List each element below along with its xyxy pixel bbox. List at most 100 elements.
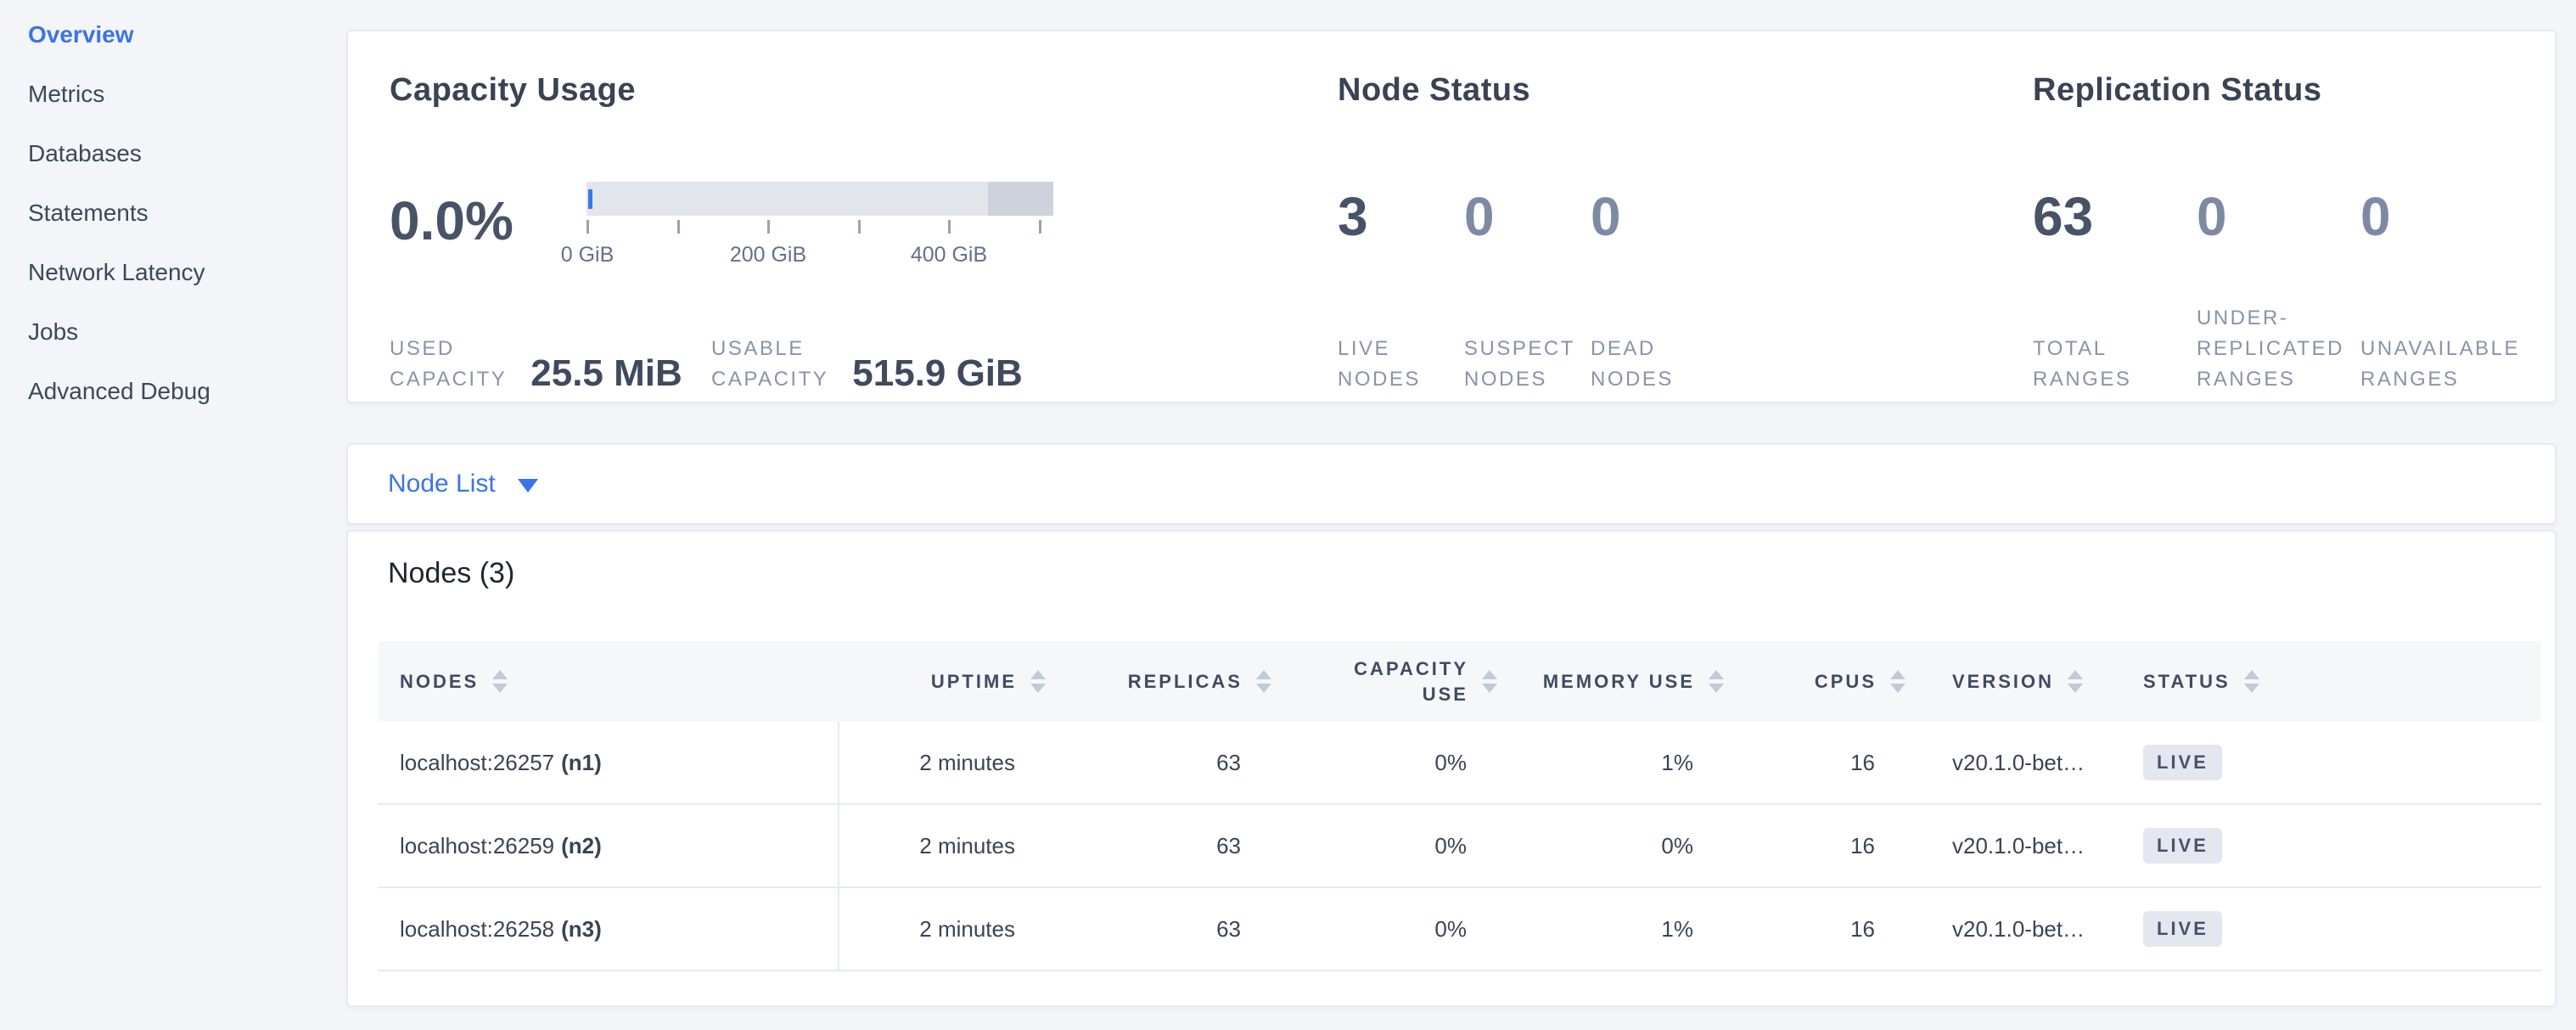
usable-capacity-value: 515.9 GiB	[852, 352, 1023, 395]
gauge-tick	[677, 220, 680, 234]
node-cpus: 16	[1724, 833, 1905, 859]
nodes-table: NODES UPTIME REPLICAS CAPACITY USE MEMOR…	[378, 641, 2541, 971]
sort-icon[interactable]	[1482, 670, 1497, 693]
replication-values: 63 0 0	[2033, 187, 2524, 246]
node-cpus: 16	[1724, 750, 1905, 776]
table-row-node-2[interactable]: localhost:26259 (n2) 2 minutes 63 0% 0% 1…	[378, 805, 2541, 888]
node-id: (n1)	[561, 750, 602, 776]
used-capacity-stat: USED CAPACITY 25.5 MiB	[390, 334, 682, 395]
node-capacity-use: 0%	[1271, 916, 1497, 943]
column-header-capacity-use[interactable]: CAPACITY USE	[1271, 656, 1497, 706]
sidebar: Overview Metrics Databases Statements Ne…	[0, 0, 346, 1030]
sort-icon[interactable]	[492, 670, 508, 693]
sidebar-item-network-latency[interactable]: Network Latency	[28, 243, 346, 302]
unavailable-ranges-value: 0	[2360, 187, 2524, 246]
node-version: v20.1.0-bet…	[1905, 750, 2090, 776]
nodes-table-header: NODES UPTIME REPLICAS CAPACITY USE MEMOR…	[378, 641, 2541, 722]
node-replicas: 63	[1046, 750, 1271, 776]
live-nodes-label: LIVE NODES	[1338, 334, 1464, 395]
under-replicated-ranges-value: 0	[2197, 187, 2360, 246]
sort-icon[interactable]	[1256, 670, 1271, 693]
replication-status-panel: Replication Status 63 0 0 TOTAL RANGES U…	[2033, 31, 2551, 402]
capacity-gauge: 0 GiB 200 GiB 400 GiB	[586, 182, 1060, 292]
gauge-axis-label: 0 GiB	[561, 243, 615, 267]
table-row-node-3[interactable]: localhost:26258 (n3) 2 minutes 63 0% 1% 1…	[378, 888, 2541, 971]
gauge-tick	[767, 220, 770, 234]
used-capacity-label: USED CAPACITY	[390, 334, 507, 395]
usable-capacity-stat: USABLE CAPACITY 515.9 GiB	[711, 334, 1023, 395]
sidebar-item-metrics[interactable]: Metrics	[28, 65, 346, 124]
sort-icon[interactable]	[1890, 670, 1905, 693]
total-ranges-value: 63	[2033, 187, 2197, 246]
node-uptime: 2 minutes	[839, 750, 1046, 776]
sidebar-item-advanced-debug[interactable]: Advanced Debug	[28, 362, 346, 421]
node-capacity-use: 0%	[1271, 833, 1497, 859]
node-memory-use: 0%	[1497, 833, 1724, 859]
suspect-nodes-value: 0	[1464, 187, 1591, 246]
node-replicas: 63	[1046, 833, 1271, 859]
node-address[interactable]: localhost:26259	[400, 833, 554, 859]
node-id: (n3)	[561, 916, 602, 943]
sort-icon[interactable]	[1030, 670, 1046, 693]
replication-status-title: Replication Status	[2033, 72, 2322, 109]
node-status-title: Node Status	[1338, 72, 1530, 109]
node-capacity-use: 0%	[1271, 750, 1497, 776]
node-version: v20.1.0-bet…	[1905, 833, 2090, 859]
used-capacity-value: 25.5 MiB	[530, 352, 682, 395]
capacity-gauge-bar	[586, 182, 1053, 216]
sort-icon[interactable]	[2068, 670, 2083, 693]
caret-down-icon	[518, 479, 538, 492]
capacity-usage-panel: Capacity Usage 0.0% 0 GiB 200 GiB 400 Gi…	[390, 31, 1332, 402]
node-cpus: 16	[1724, 916, 1905, 943]
sidebar-item-statements[interactable]: Statements	[28, 183, 346, 243]
node-uptime: 2 minutes	[839, 916, 1046, 943]
gauge-tick	[1039, 220, 1041, 234]
dead-nodes-label: DEAD NODES	[1591, 334, 1717, 395]
node-list-dropdown-label: Node List	[388, 470, 496, 498]
column-header-cpus[interactable]: CPUS	[1724, 669, 1905, 695]
live-nodes-value: 3	[1338, 187, 1464, 246]
suspect-nodes-label: SUSPECT NODES	[1464, 334, 1591, 395]
sidebar-item-databases[interactable]: Databases	[28, 124, 346, 183]
node-memory-use: 1%	[1497, 916, 1724, 943]
unavailable-ranges-label: UNAVAILABLE RANGES	[2360, 334, 2524, 395]
table-row-node-1[interactable]: localhost:26257(n1) 2 minutes 63 0% 1% 1…	[378, 722, 2541, 805]
nodes-table-card: Nodes (3) NODES UPTIME REPLICAS CAPACITY…	[346, 530, 2556, 1007]
node-status-panel: Node Status 3 0 0 LIVE NODES SUSPECT NOD…	[1338, 31, 2017, 402]
node-version: v20.1.0-bet…	[1905, 916, 2090, 943]
node-address[interactable]: localhost:26258	[400, 916, 554, 943]
status-badge: LIVE	[2143, 745, 2222, 780]
gauge-tick	[586, 220, 589, 234]
gauge-axis-label: 400 GiB	[911, 243, 987, 267]
status-badge: LIVE	[2143, 828, 2222, 864]
gauge-tick	[858, 220, 861, 234]
column-header-status[interactable]: STATUS	[2090, 669, 2541, 695]
sort-icon[interactable]	[1709, 670, 1724, 693]
gauge-tick	[948, 220, 951, 234]
sort-icon[interactable]	[2244, 670, 2259, 693]
column-header-version[interactable]: VERSION	[1905, 669, 2090, 695]
sidebar-item-jobs[interactable]: Jobs	[28, 302, 346, 362]
node-list-bar: Node List	[346, 443, 2556, 525]
nodes-table-heading: Nodes (3)	[388, 557, 514, 590]
usable-capacity-label: USABLE CAPACITY	[711, 334, 828, 395]
total-ranges-label: TOTAL RANGES	[2033, 334, 2197, 395]
node-list-dropdown[interactable]: Node List	[388, 445, 538, 523]
column-header-nodes[interactable]: NODES	[378, 669, 839, 695]
node-status-values: 3 0 0	[1338, 187, 1717, 246]
capacity-usage-title: Capacity Usage	[390, 72, 636, 109]
node-address[interactable]: localhost:26257	[400, 750, 554, 776]
capacity-used-percent: 0.0%	[390, 191, 514, 250]
capacity-gauge-nonusable-segment	[988, 182, 1053, 216]
sidebar-item-overview[interactable]: Overview	[28, 5, 346, 65]
status-badge: LIVE	[2143, 911, 2222, 947]
node-id: (n2)	[561, 833, 602, 859]
column-header-replicas[interactable]: REPLICAS	[1046, 669, 1271, 695]
column-header-uptime[interactable]: UPTIME	[839, 669, 1046, 695]
node-replicas: 63	[1046, 916, 1271, 943]
dead-nodes-value: 0	[1591, 187, 1717, 246]
cluster-summary-card: Capacity Usage 0.0% 0 GiB 200 GiB 400 Gi…	[346, 30, 2556, 403]
column-header-memory-use[interactable]: MEMORY USE	[1497, 669, 1724, 695]
node-uptime: 2 minutes	[839, 833, 1046, 859]
replication-labels: TOTAL RANGES UNDER- REPLICATED RANGES UN…	[2033, 313, 2524, 395]
